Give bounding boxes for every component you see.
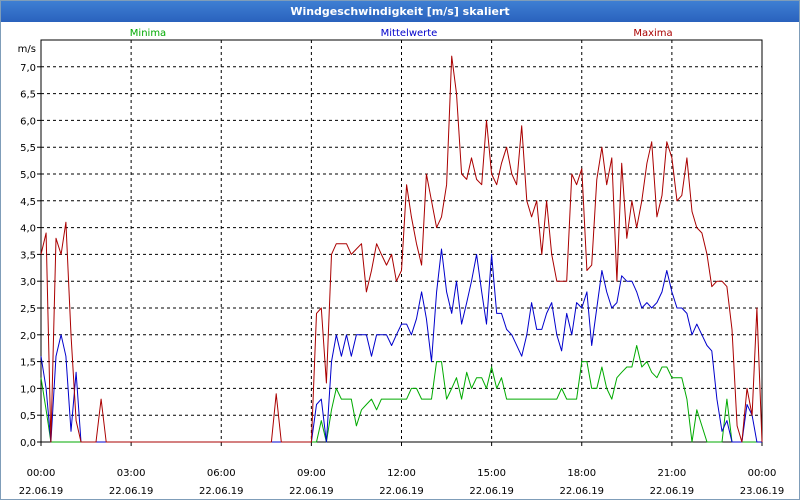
y-tick-label: 6,5 [20, 90, 36, 101]
y-tick-label: 5,5 [20, 143, 36, 154]
chart-window: Windgeschwindigkeit [m/s] skaliert m/s 0… [0, 0, 800, 500]
x-tick-time-label: 21:00 [657, 468, 686, 479]
y-tick-label: 1,5 [20, 358, 36, 369]
y-tick-label: 3,0 [20, 277, 36, 288]
x-tick-date-label: 22.06.19 [289, 486, 334, 497]
y-tick-label: 0,5 [20, 411, 36, 422]
y-tick-label: 7,0 [20, 63, 36, 74]
x-tick-labels: 00:00 22.06.19 03:00 22.06.19 06:00 22.06.19 0… [19, 442, 785, 497]
x-tick-date-label: 23.06.19 [740, 486, 785, 497]
x-tick-date-label: 22.06.19 [109, 486, 154, 497]
y-tick-labels: 0,0 0,5 1,0 1,5 2,0 2,5 3,0 3,5 4,0 4,5 5,0 5,5 6,0 6… [20, 63, 41, 449]
y-tick-label: 2,5 [20, 304, 36, 315]
legend-label-minima: Minima [130, 28, 166, 39]
x-tick-time-label: 00:00 [27, 468, 56, 479]
x-tick-time-label: 00:00 [748, 468, 777, 479]
x-tick-date-label: 22.06.19 [559, 486, 604, 497]
legend-label-maxima: Maxima [633, 28, 672, 39]
x-tick-date-label: 22.06.19 [650, 486, 695, 497]
y-tick-label: 4,5 [20, 197, 36, 208]
x-tick-date-label: 22.06.19 [19, 486, 64, 497]
window-title: Windgeschwindigkeit [m/s] skaliert [1, 1, 799, 22]
chart-canvas: m/s 0,0 0,5 1,0 1,5 2,0 2,5 3,0 3,5 4,0 4,5 5,0 5,5… [18, 28, 785, 497]
y-tick-label: 6,0 [20, 116, 36, 127]
legend-label-mittelwerte: Mittelwerte [381, 28, 438, 39]
grid-lines [41, 40, 762, 442]
y-axis-label: m/s [18, 44, 36, 55]
x-tick-time-label: 06:00 [207, 468, 236, 479]
y-tick-label: 3,5 [20, 250, 36, 261]
x-tick-date-label: 22.06.19 [199, 486, 244, 497]
y-tick-label: 2,0 [20, 331, 36, 342]
axes: m/s [18, 39, 763, 443]
y-tick-label: 5,0 [20, 170, 36, 181]
x-tick-time-label: 18:00 [567, 468, 596, 479]
y-tick-label: 0,0 [20, 438, 36, 449]
y-tick-label: 1,0 [20, 384, 36, 395]
x-tick-time-label: 12:00 [387, 468, 416, 479]
y-tick-label: 4,0 [20, 224, 36, 235]
x-tick-time-label: 03:00 [117, 468, 146, 479]
x-tick-time-label: 09:00 [297, 468, 326, 479]
x-tick-time-label: 15:00 [477, 468, 506, 479]
legend: Minima Mittelwerte Maxima [130, 28, 673, 39]
x-tick-date-label: 22.06.19 [469, 486, 514, 497]
x-tick-date-label: 22.06.19 [379, 486, 424, 497]
